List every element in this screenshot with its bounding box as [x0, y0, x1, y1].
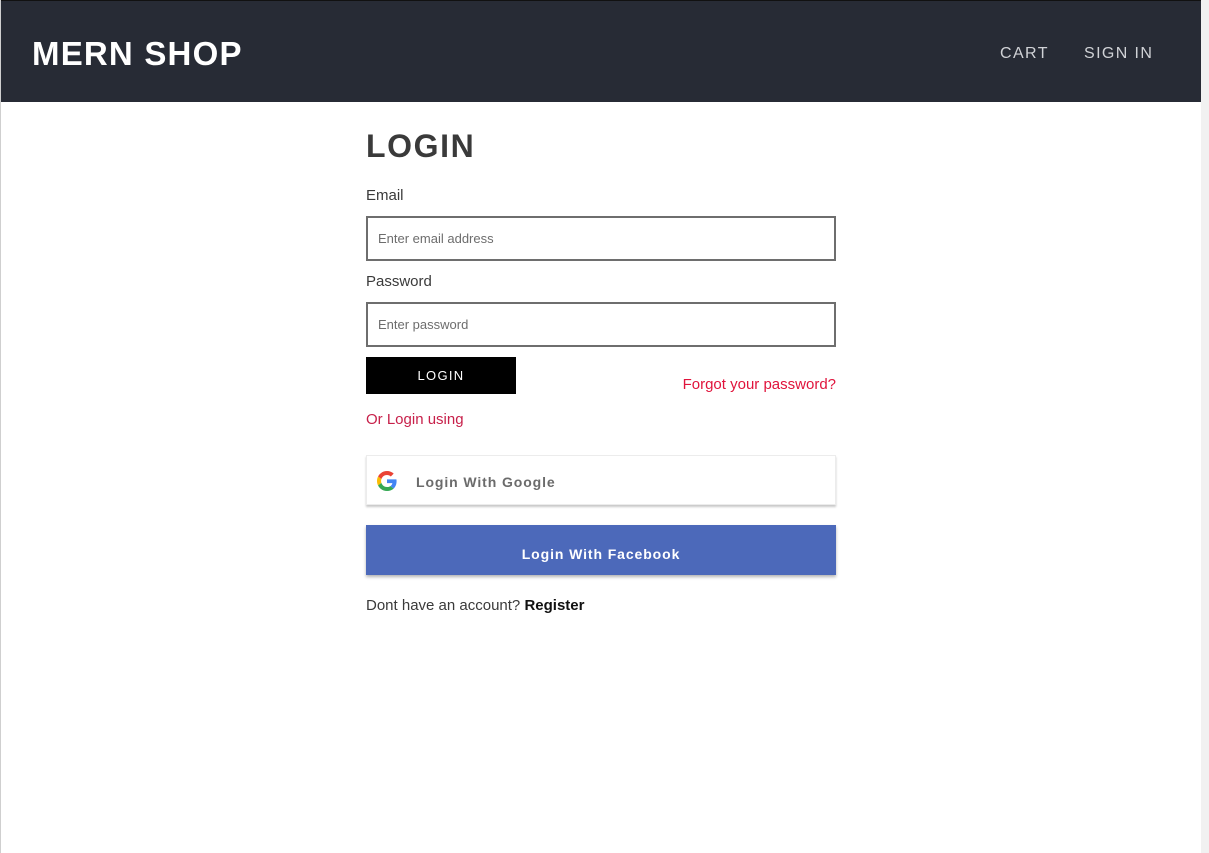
email-field[interactable]: [366, 216, 836, 261]
app-window: MERN SHOP CART SIGN IN LOGIN Email Passw…: [0, 0, 1209, 853]
page-title: LOGIN: [366, 128, 476, 164]
google-login-label: Login With Google: [416, 474, 556, 490]
password-field[interactable]: [366, 302, 836, 347]
login-button[interactable]: LOGIN: [366, 357, 516, 394]
password-label: Password: [366, 273, 432, 290]
register-link[interactable]: Register: [524, 597, 584, 614]
navbar: MERN SHOP CART SIGN IN: [1, 0, 1201, 102]
facebook-login-button[interactable]: Login With Facebook: [366, 525, 836, 575]
or-login-using-text: Or Login using: [366, 411, 464, 428]
google-g-icon: [377, 471, 397, 491]
email-label: Email: [366, 187, 404, 204]
scrollbar-track[interactable]: [1201, 0, 1209, 853]
register-prompt-text: Dont have an account?: [366, 597, 521, 614]
nav-cart-link[interactable]: CART: [1000, 44, 1049, 64]
google-login-button[interactable]: Login With Google: [366, 455, 836, 505]
facebook-login-label: Login With Facebook: [521, 546, 681, 562]
register-prompt: Dont have an account? Register: [366, 596, 584, 616]
window-border: [0, 0, 1, 853]
brand-logo[interactable]: MERN SHOP: [32, 35, 243, 73]
nav-sign-in-link[interactable]: SIGN IN: [1084, 44, 1153, 64]
forgot-password-link[interactable]: Forgot your password?: [683, 375, 836, 395]
